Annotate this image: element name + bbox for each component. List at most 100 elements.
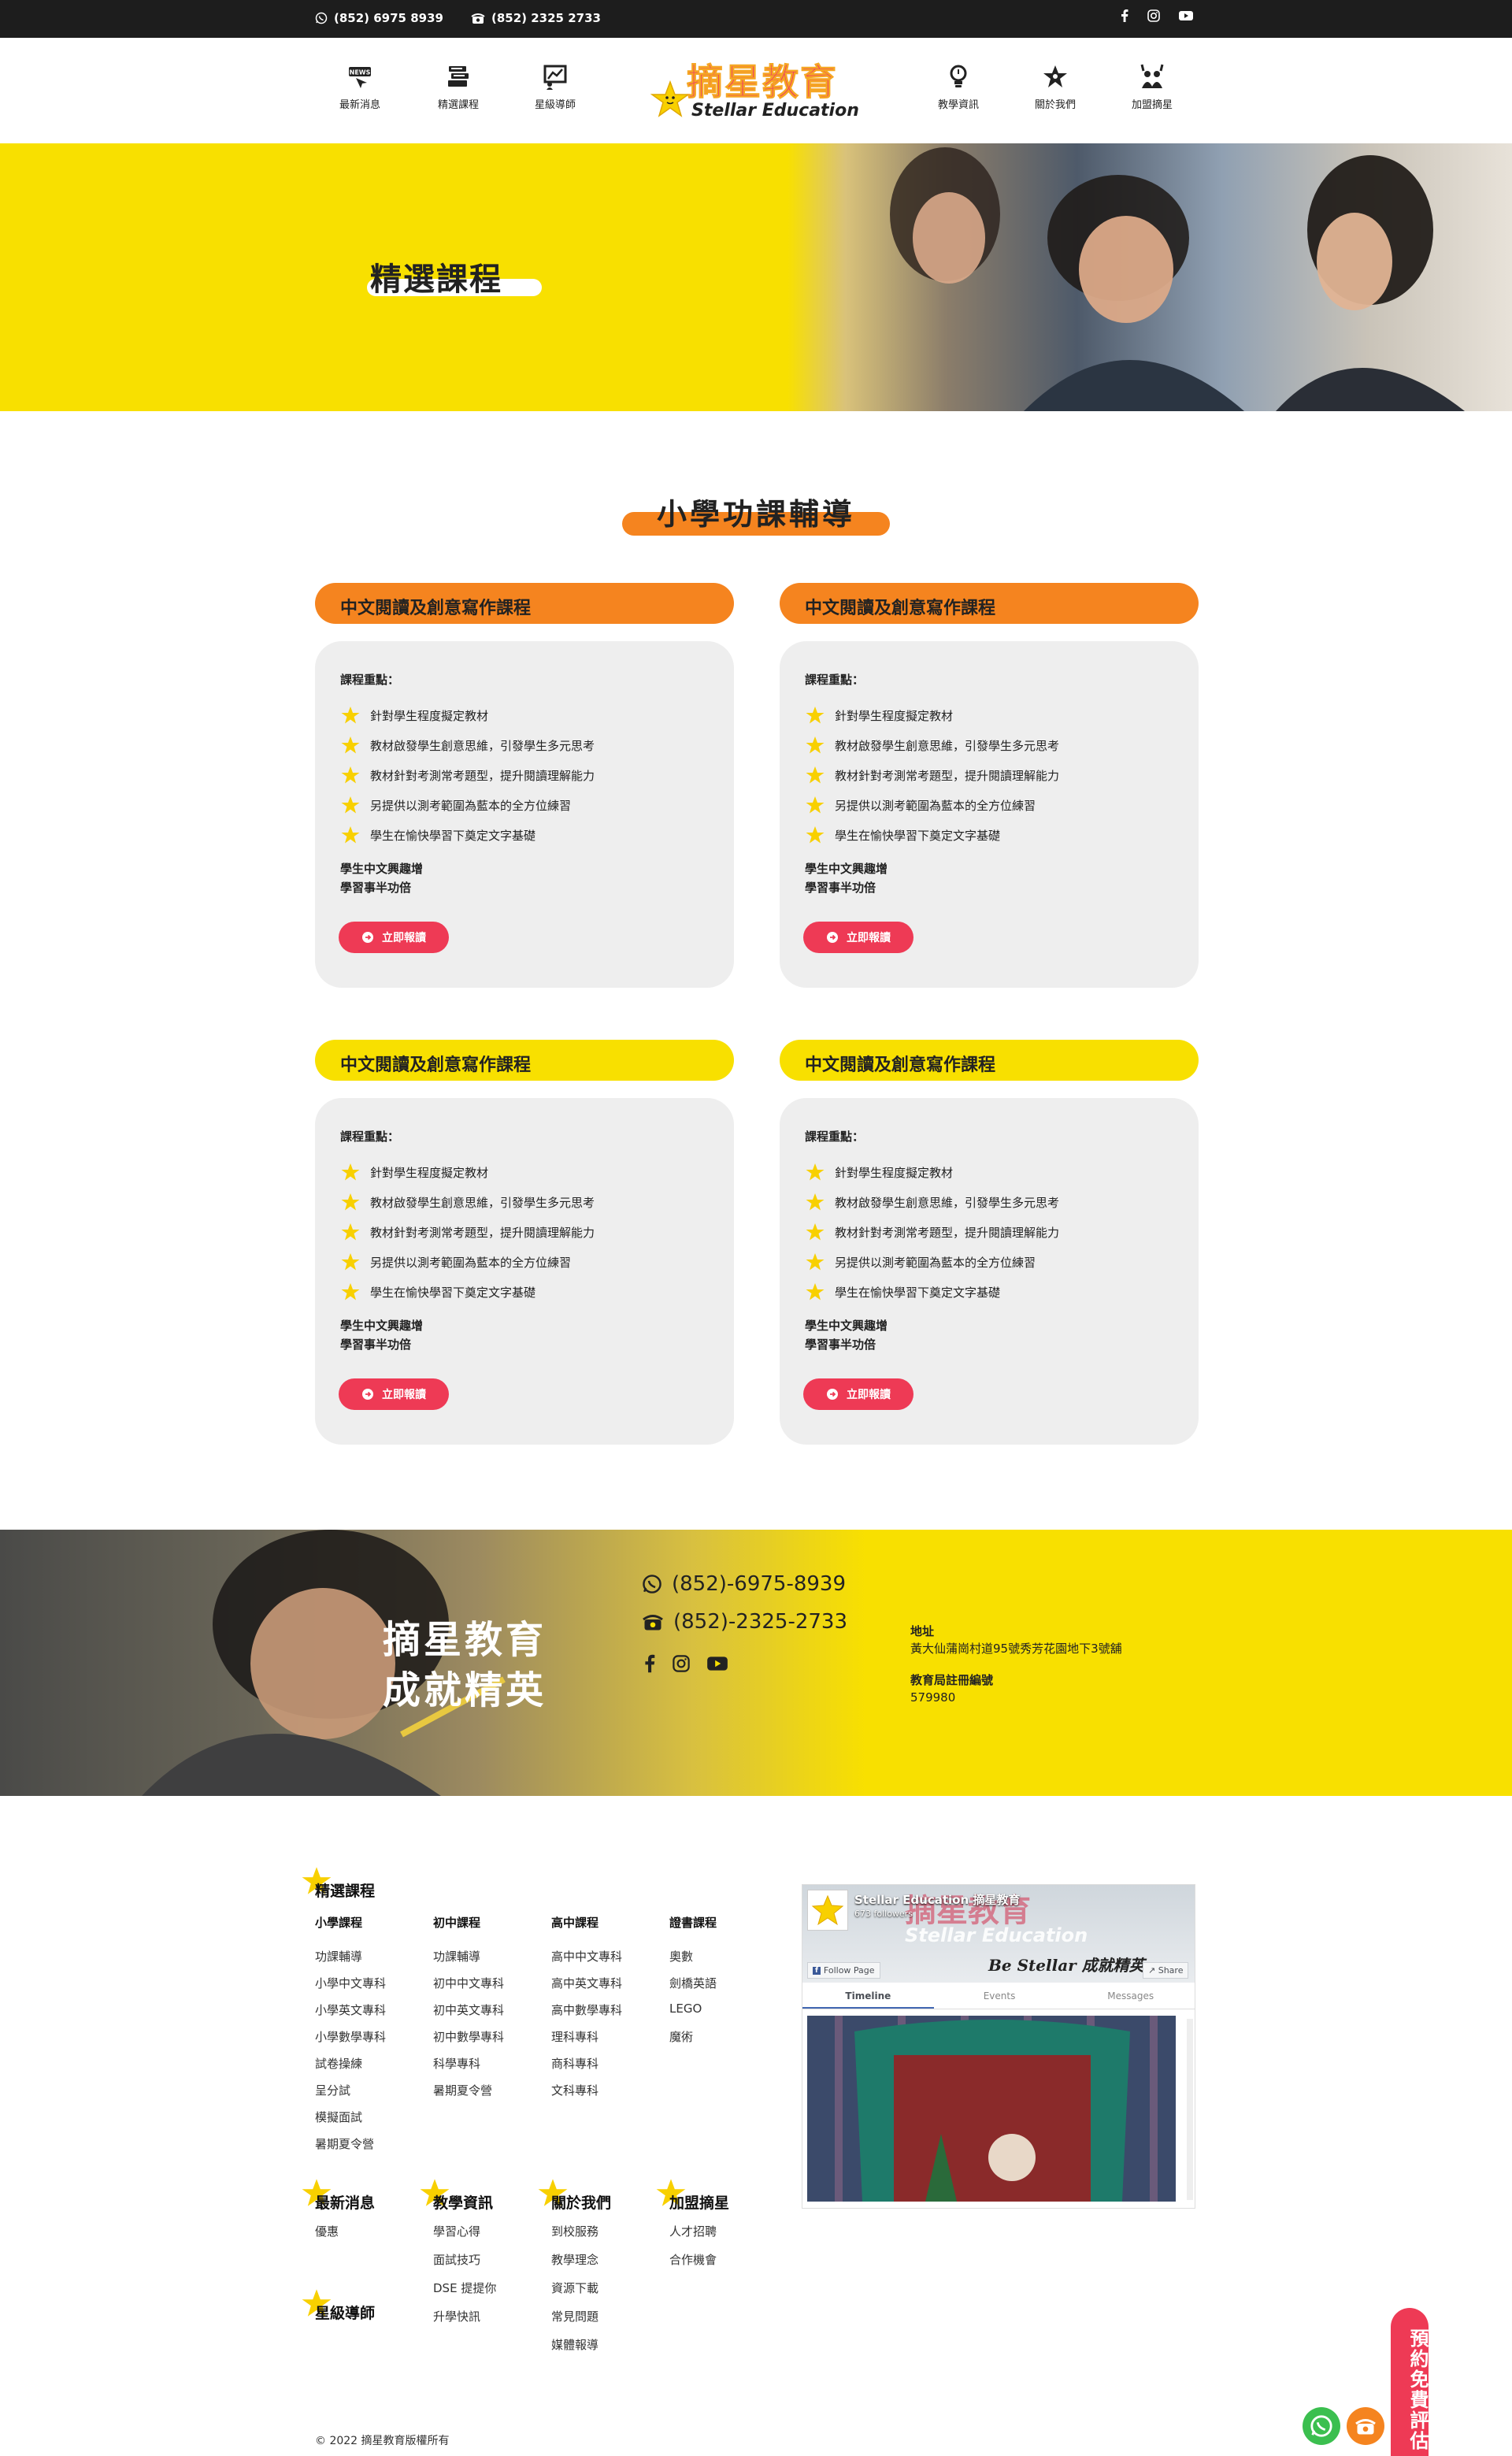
footer-link[interactable]: 科學專科 [433, 2055, 504, 2082]
fb-tab-timeline[interactable]: Timeline [802, 1983, 934, 2009]
fb-share-button[interactable]: ↗ Share [1143, 1962, 1189, 1979]
footer-link[interactable]: 呈分試 [315, 2082, 386, 2109]
fb-page-name[interactable]: Stellar Education 摘星教育 [854, 1891, 1020, 1908]
enroll-button[interactable]: 立即報讀 [339, 1378, 449, 1410]
star-bullet-icon [341, 766, 360, 784]
footer-link[interactable]: 高中數學專科 [551, 2002, 622, 2028]
phone-icon [1355, 2419, 1376, 2435]
footer-link[interactable]: 教學理念 [551, 2251, 598, 2280]
footer-column-heading[interactable]: 高中課程 [551, 1914, 622, 1931]
facebook-icon[interactable] [644, 1654, 655, 1673]
footer-column-heading[interactable]: 證書課程 [669, 1914, 717, 1931]
footer-link[interactable]: 劍橋英語 [669, 1975, 717, 2002]
footer-link[interactable]: 資源下載 [551, 2280, 598, 2308]
footer-courses-title[interactable]: 精選課程 [302, 1867, 375, 1901]
free-assessment-button[interactable]: 預約免費評估 [1391, 2308, 1429, 2456]
footer-section-title[interactable]: 最新消息 [302, 2179, 375, 2213]
course-point-text: 學生在愉快學習下奠定文字基礎 [835, 1285, 1001, 1300]
fb-tab-events[interactable]: Events [934, 1983, 1065, 2009]
course-highlight-line1: 學生中文興趣增 [805, 1319, 888, 1333]
footer-link[interactable]: 奧數 [669, 1948, 717, 1975]
star-bullet-icon [341, 826, 360, 844]
course-card: 課程重點： 針對學生程度擬定教材 教材啟發學生創意思維，引發學生多元思考 教材針對考測… [315, 641, 734, 988]
footer-link[interactable]: 合作機會 [669, 2251, 717, 2280]
course-point: 另提供以測考範圍為藍本的全方位練習 [805, 790, 1173, 820]
nav-item-join[interactable]: 加盟摘星 [1117, 63, 1188, 111]
footer-link[interactable]: 功課輔導 [433, 1948, 504, 1975]
footer-link[interactable]: 試卷操練 [315, 2055, 386, 2082]
course-point-text: 學生在愉快學習下奠定文字基礎 [370, 828, 536, 843]
course-point-text: 針對學生程度擬定教材 [370, 708, 489, 723]
youtube-icon[interactable] [1179, 10, 1193, 21]
course-card-title: 中文閱讀及創意寫作課程 [780, 1040, 1199, 1081]
nav-item-courses[interactable]: 精選課程 [423, 63, 494, 111]
phone-float-button[interactable] [1347, 2407, 1384, 2445]
footer-link[interactable]: LEGO [669, 2002, 717, 2028]
fb-tabs: Timeline Events Messages [802, 1983, 1195, 2009]
footer-column-heading[interactable]: 小學課程 [315, 1914, 386, 1931]
fb-post-media[interactable] [807, 2016, 1176, 2202]
arrow-circle-icon [827, 1389, 838, 1400]
course-point-text: 教材啟發學生創意思維，引發學生多元思考 [835, 738, 1060, 753]
site-logo[interactable]: 摘星教育 Stellar Education [646, 54, 866, 132]
enroll-button[interactable]: 立即報讀 [803, 922, 914, 953]
footer-link[interactable]: 常見問題 [551, 2308, 598, 2336]
svg-text:NEWS: NEWS [350, 69, 371, 76]
footer-link[interactable]: 升學快訊 [433, 2308, 496, 2336]
enroll-button[interactable]: 立即報讀 [803, 1378, 914, 1410]
youtube-icon[interactable] [707, 1656, 728, 1671]
footer-link[interactable]: 小學數學專科 [315, 2028, 386, 2055]
footer-link[interactable]: 小學英文專科 [315, 2002, 386, 2028]
footer-link[interactable]: 暑期夏令營 [315, 2135, 386, 2162]
course-point-text: 針對學生程度擬定教材 [835, 1165, 954, 1180]
footer-link[interactable]: 優惠 [315, 2223, 339, 2251]
course-point: 教材啟發學生創意思維，引發學生多元思考 [340, 1187, 709, 1217]
footer-link[interactable]: 初中中文專科 [433, 1975, 504, 2002]
footer-link[interactable]: 功課輔導 [315, 1948, 386, 1975]
footer-section-title[interactable]: 加盟摘星 [656, 2179, 729, 2213]
fb-follow-button[interactable]: f Follow Page [807, 1962, 880, 1979]
footer-link[interactable]: 媒體報導 [551, 2336, 598, 2365]
instagram-icon[interactable] [673, 1655, 690, 1672]
footer-section-links: 學習心得 面試技巧 DSE 提提你 升學快訊 [433, 2223, 496, 2336]
footer-link[interactable]: 人才招聘 [669, 2223, 717, 2251]
nav-item-tutors[interactable]: 星級導師 [520, 63, 591, 111]
footer-link[interactable]: 文科專科 [551, 2082, 622, 2109]
topbar-phone[interactable]: (852) 2325 2733 [471, 11, 601, 25]
footer-link[interactable]: 小學中文專科 [315, 1975, 386, 2002]
footer-link[interactable]: 初中英文專科 [433, 2002, 504, 2028]
course-point: 針對學生程度擬定教材 [340, 700, 709, 730]
footer-link[interactable]: 到校服務 [551, 2223, 598, 2251]
footer-section-title[interactable]: 星級導師 [302, 2289, 375, 2323]
topbar-whatsapp[interactable]: (852) 6975 8939 [315, 11, 443, 25]
footer-link[interactable]: 高中英文專科 [551, 1975, 622, 2002]
footer-link[interactable]: 模擬面試 [315, 2109, 386, 2135]
star-bullet-icon [806, 826, 825, 844]
fb-avatar[interactable] [807, 1890, 848, 1931]
footer-link[interactable]: 學習心得 [433, 2223, 496, 2251]
enroll-button[interactable]: 立即報讀 [339, 922, 449, 953]
footer-link[interactable]: 商科專科 [551, 2055, 622, 2082]
footer-link[interactable]: 理科專科 [551, 2028, 622, 2055]
footer-section-title[interactable]: 教學資訊 [420, 2179, 493, 2213]
footer-link[interactable]: 面試技巧 [433, 2251, 496, 2280]
fb-tab-messages[interactable]: Messages [1065, 1983, 1195, 2009]
footer-link[interactable]: 高中中文專科 [551, 1948, 622, 1975]
nav-item-news[interactable]: NEWS 最新消息 [324, 63, 395, 111]
footer-column-heading[interactable]: 初中課程 [433, 1914, 504, 1931]
instagram-icon[interactable] [1147, 9, 1160, 22]
footer-link[interactable]: 魔術 [669, 2028, 717, 2055]
nav-item-teaching-info[interactable]: 教學資訊 [923, 63, 994, 111]
footer-link[interactable]: DSE 提提你 [433, 2280, 496, 2308]
whatsapp-float-button[interactable] [1303, 2407, 1340, 2445]
facebook-page-widget[interactable]: 摘星教育 Stellar Education Be Stellar 成就精英 S… [802, 1884, 1195, 2209]
nav-item-about[interactable]: 關於我們 [1020, 63, 1091, 111]
footer-link[interactable]: 暑期夏令營 [433, 2082, 504, 2109]
footer-section-title[interactable]: 關於我們 [538, 2179, 611, 2213]
fb-scrollbar[interactable] [1187, 2019, 1193, 2200]
facebook-icon[interactable] [1121, 9, 1128, 22]
band-phone[interactable]: (852)-2325-2733 [642, 1610, 847, 1634]
course-point: 學生在愉快學習下奠定文字基礎 [805, 820, 1173, 850]
footer-link[interactable]: 初中數學專科 [433, 2028, 504, 2055]
band-whatsapp[interactable]: (852)-6975-8939 [642, 1572, 846, 1596]
